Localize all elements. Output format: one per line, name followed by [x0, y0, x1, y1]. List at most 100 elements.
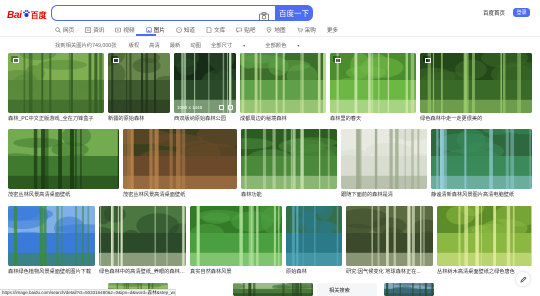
image-caption[interactable]: 茂密丛林风景高清桌面壁纸 — [8, 191, 119, 198]
forum-icon — [236, 27, 243, 33]
image-caption[interactable]: 绿色森林中走一走更很美的 — [420, 115, 532, 122]
image-caption[interactable]: 真实自然森林风景 — [190, 268, 282, 275]
search-button[interactable]: 百度一下 — [275, 5, 313, 21]
image-caption[interactable]: 森林_PC中文正版游戏_全在刀锋盒子 — [8, 115, 104, 122]
header-divider — [0, 36, 540, 37]
document-icon — [206, 27, 212, 33]
image-thumbnail[interactable] — [431, 129, 532, 189]
filter-copyright[interactable]: 版权 — [129, 41, 140, 49]
tab-label: 图片 — [153, 28, 165, 34]
tab-label: 网页 — [63, 28, 75, 34]
image-caption[interactable]: 森林功能 — [241, 191, 337, 198]
tab-label: 采购 — [304, 28, 316, 34]
image-caption[interactable]: 研究:因气候变化 地球森林正在... — [346, 268, 433, 275]
image-thumbnail[interactable] — [330, 53, 416, 113]
image-thumbnail[interactable] — [241, 129, 337, 189]
logo-du: 百度 — [30, 10, 47, 20]
tab-2[interactable]: 视频 — [115, 25, 135, 35]
image-thumbnail[interactable]: 1080 x 1445 — [174, 53, 236, 113]
question-icon: ? — [176, 27, 182, 33]
image-thumbnail[interactable] — [8, 206, 95, 266]
tab-0[interactable]: 网页 — [55, 25, 74, 35]
image-thumbnail[interactable] — [123, 129, 237, 189]
tab-label: 知道 — [183, 28, 196, 34]
tab-label: 贴吧 — [244, 28, 256, 34]
image-thumbnail[interactable] — [286, 206, 342, 266]
filter-size-dropdown[interactable]: 全部尺寸 ▾ — [210, 41, 255, 50]
gallery-icon — [333, 56, 341, 63]
image-thumbnail[interactable] — [8, 53, 104, 113]
image-caption[interactable]: 森林绿色植物风景桌面壁纸图片下载 — [8, 268, 95, 275]
image-icon — [145, 27, 152, 33]
tab-8[interactable]: 采购 — [297, 25, 316, 35]
search-input[interactable] — [58, 11, 248, 24]
search-box[interactable] — [51, 5, 275, 24]
image-thumbnail[interactable] — [8, 129, 119, 189]
tab-9[interactable]: 更多 — [327, 25, 338, 35]
image-caption[interactable]: 原始森林 — [286, 268, 342, 275]
svg-text:?: ? — [178, 28, 180, 32]
chevron-down-icon: ▾ — [297, 42, 300, 48]
search-category-nav: 网页 资讯 视频 图片? 知道 文库 贴吧 地图 采购 更多 — [55, 25, 349, 35]
search-icon — [55, 27, 61, 33]
filter-size-label: 全部尺寸 — [210, 43, 233, 49]
related-search-title: 相关搜索 — [329, 288, 350, 294]
status-bar-url: https://image.baidu.com/search/detail?ct… — [0, 289, 176, 296]
image-thumbnail[interactable] — [233, 283, 313, 296]
image-thumbnail[interactable] — [240, 53, 326, 113]
tab-6[interactable]: 贴吧 — [236, 25, 255, 35]
paw-icon — [22, 10, 30, 20]
tab-label: 资讯 — [93, 28, 105, 34]
image-caption[interactable]: 茂密丛林风景高清桌面壁纸 — [123, 191, 237, 198]
image-caption[interactable]: 新疆的原始森林 — [108, 115, 170, 122]
hover-actions — [219, 105, 233, 110]
filter-hd[interactable]: 高清 — [149, 41, 160, 49]
image-thumbnail[interactable] — [190, 206, 282, 266]
logo-text: Bai — [7, 9, 22, 21]
map-icon — [266, 26, 272, 34]
image-size-label: 1080 x 1445 — [177, 105, 203, 110]
image-caption[interactable]: 静谧清新森林风景图片高清电脑壁纸 — [431, 191, 532, 198]
filter-latest[interactable]: 最新 — [170, 41, 181, 49]
tab-label: 文库 — [214, 28, 226, 34]
login-button[interactable]: 登录 — [513, 8, 530, 17]
image-caption[interactable]: 绿色森林中的高清壁纸_养眼的森林美景 — [99, 268, 186, 275]
tab-1[interactable]: 资讯 — [85, 25, 104, 35]
filter-bar: 找到相关图片约749,000张 版权 高清 最新 动图 全部尺寸 ▾ 全部颜色 ▾ — [55, 41, 319, 50]
pencil-icon — [520, 270, 527, 288]
baidu-logo[interactable]: Bai 百度 — [7, 8, 47, 22]
baidu-home-link[interactable]: 百度首页 — [483, 9, 505, 17]
image-caption[interactable]: 西双版纳原始森林公园 — [174, 115, 236, 122]
edit-button[interactable] — [516, 272, 530, 286]
result-count: 找到相关图片约749,000张 — [55, 43, 117, 49]
image-caption[interactable]: 跟随下面前的森林是清 — [341, 191, 427, 198]
image-thumbnail[interactable] — [420, 53, 532, 113]
gallery-icon — [111, 56, 119, 63]
filter-animated[interactable]: 动图 — [190, 41, 201, 49]
related-search-panel[interactable]: 相关搜索 — [317, 283, 377, 296]
camera-icon[interactable] — [259, 8, 269, 21]
image-thumbnail[interactable] — [346, 206, 433, 266]
image-thumbnail[interactable] — [108, 53, 170, 113]
download-icon[interactable] — [219, 105, 224, 110]
image-thumbnail[interactable] — [341, 129, 427, 189]
image-thumbnail[interactable] — [99, 206, 186, 266]
image-thumbnail[interactable] — [384, 283, 434, 296]
news-icon — [85, 27, 92, 33]
tab-4[interactable]: ? 知道 — [176, 25, 195, 35]
gallery-icon — [423, 56, 431, 63]
tab-label: 更多 — [326, 28, 339, 34]
image-thumbnail[interactable] — [437, 206, 532, 266]
tab-5[interactable]: 文库 — [206, 25, 225, 35]
tab-label: 视频 — [123, 28, 135, 34]
gallery-icon — [11, 56, 19, 63]
filter-color-dropdown[interactable]: 全部颜色 ▾ — [265, 41, 309, 50]
filter-color-label: 全部颜色 — [265, 43, 287, 49]
tab-label: 地图 — [274, 28, 286, 34]
image-caption[interactable]: 成都周边的秘境森林 — [240, 115, 326, 122]
tab-7[interactable]: 地图 — [266, 25, 286, 35]
image-caption[interactable]: 森林里的春天 — [330, 115, 416, 122]
video-icon — [115, 27, 122, 33]
share-icon[interactable] — [228, 105, 233, 110]
cart-icon — [297, 27, 303, 33]
